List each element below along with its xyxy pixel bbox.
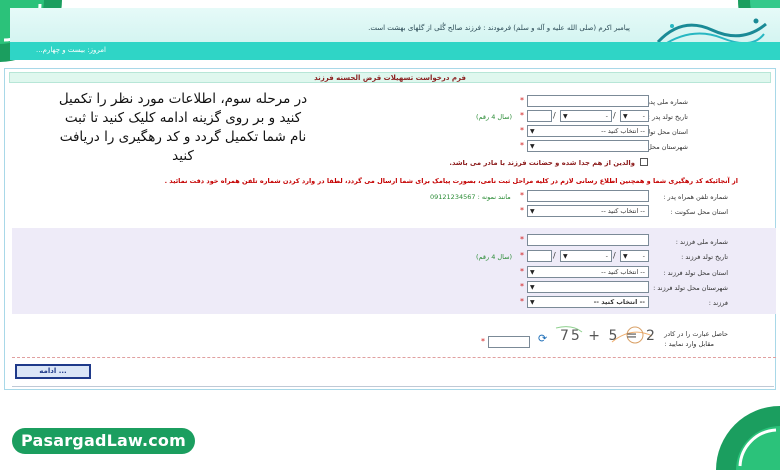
child-section <box>12 228 776 314</box>
father-national-id-input[interactable] <box>527 95 649 107</box>
chevron-down-icon: ▼ <box>530 284 535 291</box>
required-mark: * <box>520 96 524 105</box>
date-separator: / <box>613 251 616 260</box>
child-birth-year-input[interactable] <box>527 250 552 262</box>
chevron-down-icon: ▼ <box>623 253 628 260</box>
year-hint: (سال 4 رقم) <box>476 113 513 121</box>
chevron-down-icon: ▼ <box>530 299 535 306</box>
father-national-id-label: شماره ملی پدر : <box>642 98 688 106</box>
required-mark: * <box>520 251 524 260</box>
father-birth-year-input[interactable] <box>527 110 552 122</box>
child-birth-month-select[interactable]: - ▼ <box>560 250 612 262</box>
required-mark: * <box>520 191 524 200</box>
captcha-expression: 75 + 5 = 2 <box>560 328 657 344</box>
required-mark: * <box>520 141 524 150</box>
father-birth-day-select[interactable]: - ▼ <box>620 110 649 122</box>
father-mobile-input[interactable] <box>527 190 649 202</box>
captcha-image: 75 + 5 = 2 <box>552 322 658 348</box>
father-birth-month-select[interactable]: - ▼ <box>560 110 612 122</box>
custody-checkbox-label: والدین از هم جدا شده و حضانت فرزند با ما… <box>449 159 635 167</box>
chevron-down-icon: ▼ <box>530 208 535 215</box>
child-birth-city-label: شهرستان محل تولد فرزند : <box>653 284 728 292</box>
required-mark: * <box>520 235 524 244</box>
captcha-label-line1: حاصل عبارت را در کادر <box>664 330 728 338</box>
year-hint: (سال 4 رقم) <box>476 253 513 261</box>
instruction-note: در مرحله سوم، اطلاعات مورد نظر را تکمیل … <box>58 91 308 164</box>
mobile-notice: از آنجائیکه کد رهگیری شما و همچنین اطلاع… <box>164 177 738 185</box>
form-title: فرم درخواست تسهیلات قرض الحسنه فرزند <box>9 72 771 83</box>
date-separator: / <box>613 111 616 120</box>
page: پیامبر اکرم (صلی الله علیه و آله و سلم) … <box>0 0 780 470</box>
form-divider <box>12 357 776 358</box>
child-national-id-input[interactable] <box>527 234 649 246</box>
chevron-down-icon: ▼ <box>530 143 535 150</box>
required-mark: * <box>481 337 485 346</box>
captcha-answer-input[interactable] <box>488 336 530 348</box>
mobile-example-hint: مانند نمونه : 09121234567 <box>430 193 511 201</box>
header-hadith: پیامبر اکرم (صلی الله علیه و آله و سلم) … <box>368 24 630 32</box>
child-birth-province-select[interactable]: -- انتخاب کنید -- ▼ <box>527 266 649 278</box>
required-mark: * <box>520 267 524 276</box>
child-label: فرزند : <box>708 299 728 307</box>
child-birth-day-select[interactable]: - ▼ <box>620 250 649 262</box>
child-birth-province-label: استان محل تولد فرزند : <box>663 269 728 277</box>
date-separator: / <box>553 251 556 260</box>
custody-checkbox[interactable] <box>640 158 648 166</box>
required-mark: * <box>520 126 524 135</box>
chevron-down-icon: ▼ <box>563 253 568 260</box>
required-mark: * <box>520 282 524 291</box>
date-separator: / <box>553 111 556 120</box>
child-birth-city-select[interactable]: ▼ <box>527 281 649 293</box>
father-mobile-label: شماره تلفن همراه پدر : <box>663 193 728 201</box>
continue-button[interactable]: ادامه ... <box>15 364 91 379</box>
chevron-down-icon: ▼ <box>623 113 628 120</box>
required-mark: * <box>520 111 524 120</box>
brand-badge: PasargadLaw.com <box>12 428 195 454</box>
page-footer-separator <box>12 386 774 387</box>
today-date: امروز: بیست و چهارم... <box>36 46 106 54</box>
captcha-label-line2: مقابل وارد نمایید : <box>664 340 714 348</box>
corner-leaf-decoration <box>716 406 780 470</box>
child-national-id-label: شماره ملی فرزند : <box>675 238 728 246</box>
date-bar: امروز: بیست و چهارم... <box>10 42 780 60</box>
father-birth-city-select[interactable]: ▼ <box>527 140 649 152</box>
refresh-icon[interactable]: ⟳ <box>538 333 550 345</box>
child-select[interactable]: -- انتخاب کنید -- ▼ <box>527 296 649 308</box>
child-birth-date-label: تاریخ تولد فرزند : <box>681 253 728 261</box>
father-birth-date-label: تاریخ تولد پدر : <box>647 113 688 121</box>
chevron-down-icon: ▼ <box>530 128 535 135</box>
residence-province-select[interactable]: -- انتخاب کنید -- ▼ <box>527 205 649 217</box>
residence-province-label: استان محل سکونت : <box>670 208 728 216</box>
required-mark: * <box>520 297 524 306</box>
chevron-down-icon: ▼ <box>530 269 535 276</box>
father-birth-province-select[interactable]: -- انتخاب کنید -- ▼ <box>527 125 649 137</box>
chevron-down-icon: ▼ <box>563 113 568 120</box>
required-mark: * <box>520 206 524 215</box>
